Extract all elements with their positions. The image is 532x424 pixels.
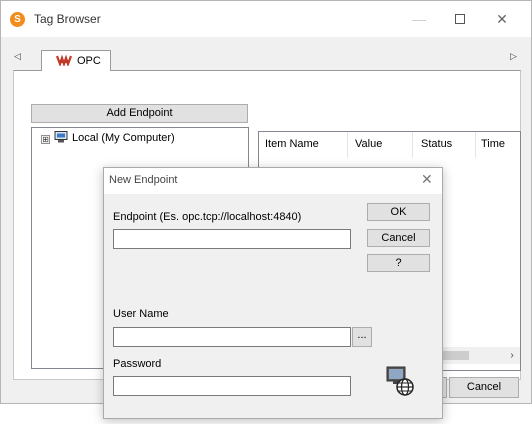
password-input[interactable] (113, 376, 351, 396)
tab-opc[interactable]: OPC (41, 50, 111, 71)
window-title: Tag Browser (34, 12, 101, 26)
close-button[interactable]: ✕ (484, 7, 520, 31)
dialog-cancel-button[interactable]: Cancel (367, 229, 430, 247)
network-computer-icon (386, 366, 414, 396)
app-icon: S (10, 12, 25, 27)
help-button[interactable]: ? (367, 254, 430, 272)
column-status[interactable]: Status (421, 138, 452, 150)
dialog-title-bar: New Endpoint ✕ (104, 168, 442, 194)
column-item-name[interactable]: Item Name (265, 138, 319, 150)
endpoint-input[interactable] (113, 229, 351, 249)
column-time[interactable]: Time (481, 138, 505, 150)
dialog-close-button[interactable]: ✕ (421, 171, 433, 188)
opc-logo-icon (56, 54, 72, 66)
tab-label: OPC (77, 55, 101, 67)
column-divider (412, 132, 413, 158)
maximize-icon (455, 14, 465, 24)
computer-icon (54, 131, 68, 143)
minimize-button[interactable]: — (401, 7, 437, 31)
maximize-button[interactable] (442, 7, 478, 31)
username-label: User Name (113, 308, 169, 320)
tree-item-local-computer[interactable]: Local (My Computer) (72, 132, 175, 144)
column-value[interactable]: Value (355, 138, 382, 150)
new-endpoint-dialog: New Endpoint ✕ Endpoint (Es. opc.tcp://l… (103, 167, 443, 419)
tab-scroll-left-button[interactable]: ◁ (14, 51, 21, 62)
add-endpoint-button[interactable]: Add Endpoint (31, 104, 248, 123)
dialog-title: New Endpoint (109, 174, 178, 186)
cancel-button[interactable]: Cancel (449, 377, 519, 398)
tab-scroll-right-button[interactable]: ▷ (510, 51, 517, 62)
column-divider (347, 132, 348, 158)
dialog-ok-button[interactable]: OK (367, 203, 430, 221)
expand-icon[interactable]: ⊞ (41, 135, 50, 144)
username-input[interactable] (113, 327, 351, 347)
password-label: Password (113, 358, 162, 370)
endpoint-label: Endpoint (Es. opc.tcp://localhost:4840) (113, 211, 302, 223)
title-bar: S Tag Browser — ✕ (1, 1, 531, 37)
scroll-right-button[interactable]: › (504, 347, 520, 364)
browse-user-button[interactable]: ... (352, 327, 372, 347)
column-divider (475, 132, 476, 158)
